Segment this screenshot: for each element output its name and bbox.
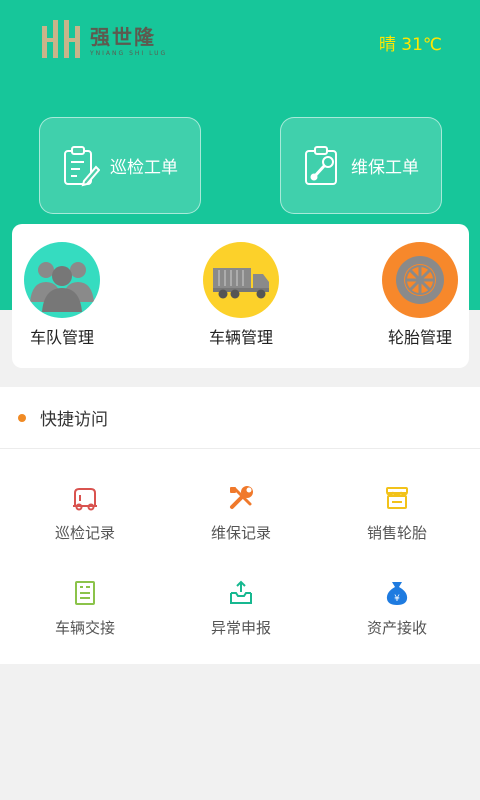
tire-management-button[interactable]: 轮胎管理 [370, 242, 470, 348]
brand-logo: 强世隆 YNIANG SHI LUG [40, 20, 167, 60]
exception-report-button[interactable]: 异常申报 [161, 579, 321, 638]
vehicle-management-label: 车辆管理 [208, 328, 273, 347]
logo-mark-icon [42, 20, 80, 58]
asset-receipt-label: 资产接收 [366, 619, 427, 637]
clipboard-edit-icon [64, 145, 100, 186]
tire-sales-button[interactable]: 销售轮胎 [317, 484, 477, 543]
vehicle-management-button[interactable]: 车辆管理 [191, 242, 291, 348]
truck-icon [203, 242, 279, 318]
maintenance-order-label: 维保工单 [351, 158, 419, 178]
exception-report-label: 异常申报 [210, 619, 271, 637]
brand-subtitle: YNIANG SHI LUG [90, 50, 168, 57]
maintenance-order-button[interactable]: 维保工单 [280, 117, 442, 214]
asset-receipt-button[interactable]: ¥ 资产接收 [317, 579, 477, 638]
clipboard-wrench-icon [305, 145, 337, 185]
document-icon [75, 581, 95, 605]
tire-sales-label: 销售轮胎 [366, 524, 427, 542]
fleet-management-label: 车队管理 [29, 328, 94, 347]
inspection-order-button[interactable]: 巡检工单 [39, 117, 201, 214]
tools-icon [230, 486, 253, 509]
inspection-records-button[interactable]: 巡检记录 [5, 484, 165, 543]
inspection-order-label: 巡检工单 [110, 158, 178, 178]
fleet-management-button[interactable]: 车队管理 [12, 242, 112, 348]
vehicle-handover-label: 车辆交接 [54, 619, 115, 637]
feature-card: 车队管理 车辆管理 轮胎管理 [12, 224, 469, 368]
inspection-records-label: 巡检记录 [54, 524, 115, 542]
tire-management-label: 轮胎管理 [387, 328, 452, 347]
upload-box-icon [230, 580, 252, 604]
weather-indicator: 晴 31℃ [378, 35, 442, 55]
truck-outline-icon [73, 488, 97, 511]
section-dot-icon [18, 413, 26, 422]
fleet-people-icon [24, 242, 100, 318]
vehicle-handover-button[interactable]: 车辆交接 [5, 579, 165, 638]
money-bag-icon: ¥ [386, 582, 408, 605]
brand-name: 强世隆 [90, 25, 156, 49]
tire-icon [382, 242, 458, 318]
maintenance-records-button[interactable]: 维保记录 [161, 484, 321, 543]
quick-access-panel: 快捷访问 巡检记录 维保记录 销售轮胎 车辆交接 异常申报 ¥ 资产接收 [0, 387, 480, 664]
maintenance-records-label: 维保记录 [210, 524, 271, 542]
quick-access-header: 快捷访问 [0, 387, 480, 449]
store-icon [386, 487, 408, 509]
svg-text:¥: ¥ [394, 594, 400, 604]
quick-access-title: 快捷访问 [40, 410, 108, 430]
